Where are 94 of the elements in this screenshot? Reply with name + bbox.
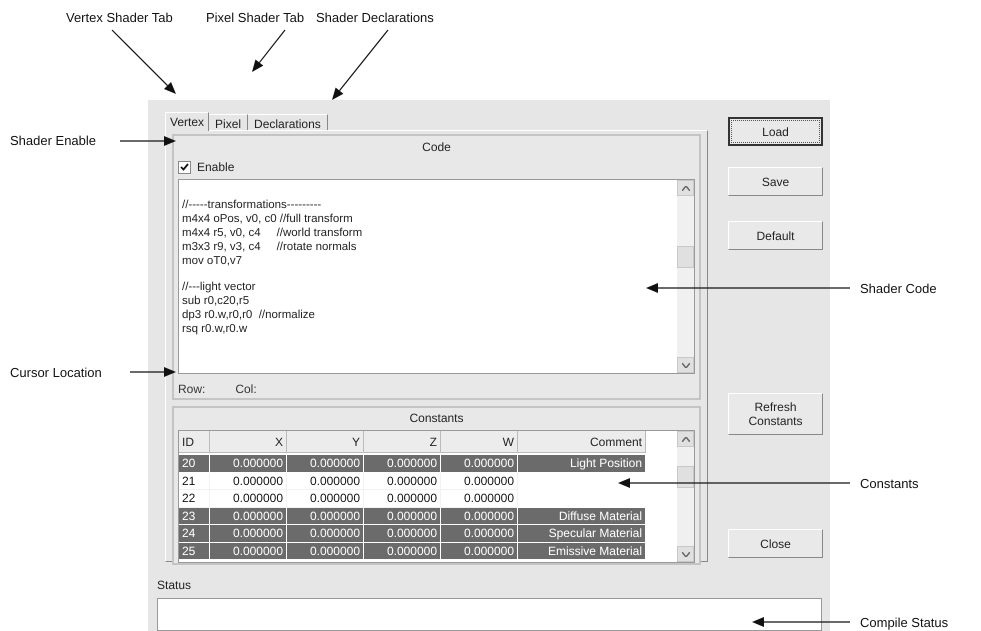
code-line: //---light vector bbox=[182, 280, 256, 294]
table-cell: 0.000000 bbox=[287, 525, 364, 542]
column-header[interactable]: Comment bbox=[518, 431, 646, 453]
group-title: Constants bbox=[409, 410, 464, 427]
table-row[interactable]: 21 0.000000 0.000000 0.000000 0.000000 bbox=[179, 472, 646, 490]
code-line: //-----transformations--------- bbox=[182, 198, 322, 212]
code-line: sub r0,c20,r5 bbox=[182, 294, 250, 308]
table-cell: 23 bbox=[179, 508, 210, 525]
dialog-button[interactable]: Default bbox=[728, 221, 823, 250]
status-label: Status bbox=[157, 577, 192, 594]
table-row[interactable]: 23 0.000000 0.000000 0.000000 0.000000 Diffuse Material bbox=[179, 508, 646, 525]
table-cell: 0.000000 bbox=[287, 490, 364, 508]
checkbox-label: Enable bbox=[197, 159, 234, 176]
table-cell: 0.000000 bbox=[441, 508, 518, 525]
table-cell: 25 bbox=[179, 542, 210, 560]
group-title: Code bbox=[422, 139, 451, 156]
scroll-up-icon[interactable] bbox=[677, 180, 694, 196]
table-cell: 22 bbox=[179, 490, 210, 508]
code-line: m4x4 r5, v0, c4 //world transform bbox=[182, 226, 364, 240]
table-cell: 0.000000 bbox=[210, 455, 287, 472]
code-line: m3x3 r9, v3, c4 //rotate normals bbox=[182, 240, 358, 254]
checkbox[interactable] bbox=[178, 160, 191, 174]
callout-label: Shader Declarations bbox=[316, 9, 434, 27]
table-cell: 0.000000 bbox=[364, 525, 441, 542]
callout-label: Vertex Shader Tab bbox=[66, 9, 173, 27]
callout-arrow bbox=[112, 30, 176, 94]
table-cell: 21 bbox=[179, 472, 210, 490]
table-cell: 0.000000 bbox=[364, 455, 441, 472]
table-row[interactable]: 25 0.000000 0.000000 0.000000 0.000000 Emissive Material bbox=[179, 542, 646, 560]
table-cell: 0.000000 bbox=[364, 472, 441, 490]
tab[interactable]: Vertex bbox=[165, 112, 210, 131]
col-label: Col: bbox=[235, 381, 257, 398]
scrollbar[interactable] bbox=[677, 180, 694, 373]
table-cell: 0.000000 bbox=[210, 472, 287, 490]
callout-label: Shader Enable bbox=[10, 132, 96, 150]
scroll-down-icon[interactable] bbox=[677, 357, 694, 373]
table-cell: Diffuse Material bbox=[518, 508, 646, 525]
check-icon bbox=[180, 163, 189, 171]
table-cell: 0.000000 bbox=[364, 490, 441, 508]
scroll-thumb[interactable] bbox=[677, 246, 694, 268]
table-cell: 0.000000 bbox=[287, 472, 364, 490]
table-cell: 0.000000 bbox=[210, 508, 287, 525]
scrollbar[interactable] bbox=[677, 431, 694, 562]
table-row[interactable]: 22 0.000000 0.000000 0.000000 0.000000 bbox=[179, 490, 646, 508]
dialog-button[interactable]: Close bbox=[728, 529, 823, 558]
table-cell: 0.000000 bbox=[364, 508, 441, 525]
table-cell: 0.000000 bbox=[441, 542, 518, 560]
table-cell: 0.000000 bbox=[441, 525, 518, 542]
table-cell: 0.000000 bbox=[287, 508, 364, 525]
column-header[interactable]: ID bbox=[179, 431, 210, 453]
callout-label: Pixel Shader Tab bbox=[206, 9, 304, 27]
tab[interactable]: Declarations bbox=[248, 114, 328, 130]
code-line: rsq r0.w,r0.w bbox=[182, 322, 248, 336]
table-cell: 0.000000 bbox=[441, 472, 518, 490]
scroll-thumb[interactable] bbox=[677, 466, 694, 488]
table-cell: 20 bbox=[179, 455, 210, 472]
table-cell: 0.000000 bbox=[210, 490, 287, 508]
status-field[interactable] bbox=[157, 598, 822, 631]
column-header[interactable]: Y bbox=[287, 431, 364, 453]
table-cell: 0.000000 bbox=[210, 542, 287, 560]
scroll-down-icon[interactable] bbox=[677, 546, 694, 562]
column-header[interactable]: Z bbox=[364, 431, 441, 453]
callout-label: Compile Status bbox=[860, 614, 948, 631]
column-header[interactable]: X bbox=[210, 431, 287, 453]
column-header[interactable]: W bbox=[441, 431, 518, 453]
table-cell: Light Position bbox=[518, 455, 646, 472]
table-cell: 0.000000 bbox=[287, 455, 364, 472]
table-cell: 24 bbox=[179, 525, 210, 542]
tab[interactable]: Pixel bbox=[209, 114, 248, 130]
callout-label: Shader Code bbox=[860, 280, 937, 298]
scroll-up-icon[interactable] bbox=[677, 431, 694, 447]
callout-arrow bbox=[130, 367, 176, 377]
code-line: mov oT0,v7 bbox=[182, 254, 244, 268]
callout-arrow bbox=[120, 136, 176, 146]
table-cell: 0.000000 bbox=[441, 490, 518, 508]
callout-label: Cursor Location bbox=[10, 364, 102, 382]
dialog-button[interactable]: Load bbox=[728, 117, 823, 146]
code-editor[interactable] bbox=[178, 179, 695, 374]
row-label: Row: bbox=[178, 381, 206, 398]
callout-label: Constants bbox=[860, 475, 919, 493]
callout-arrow bbox=[252, 30, 286, 72]
dialog-button[interactable]: Refresh Constants bbox=[728, 393, 823, 435]
code-line: m4x4 oPos, v0, c0 //full transform bbox=[182, 212, 354, 226]
table-row[interactable]: 24 0.000000 0.000000 0.000000 0.000000 Specular Material bbox=[179, 525, 646, 542]
callout-arrow bbox=[332, 30, 388, 100]
table-cell: 0.000000 bbox=[441, 455, 518, 472]
table-cell: 0.000000 bbox=[210, 525, 287, 542]
table-cell: Emissive Material bbox=[518, 542, 646, 560]
table-cell: 0.000000 bbox=[287, 542, 364, 560]
code-line: dp3 r0.w,r0,r0 //normalize bbox=[182, 308, 316, 322]
table-cell: 0.000000 bbox=[364, 542, 441, 560]
table-cell: Specular Material bbox=[518, 525, 646, 542]
table-row[interactable]: 20 0.000000 0.000000 0.000000 0.000000 Light Position bbox=[179, 455, 646, 472]
dialog-button[interactable]: Save bbox=[728, 167, 823, 196]
